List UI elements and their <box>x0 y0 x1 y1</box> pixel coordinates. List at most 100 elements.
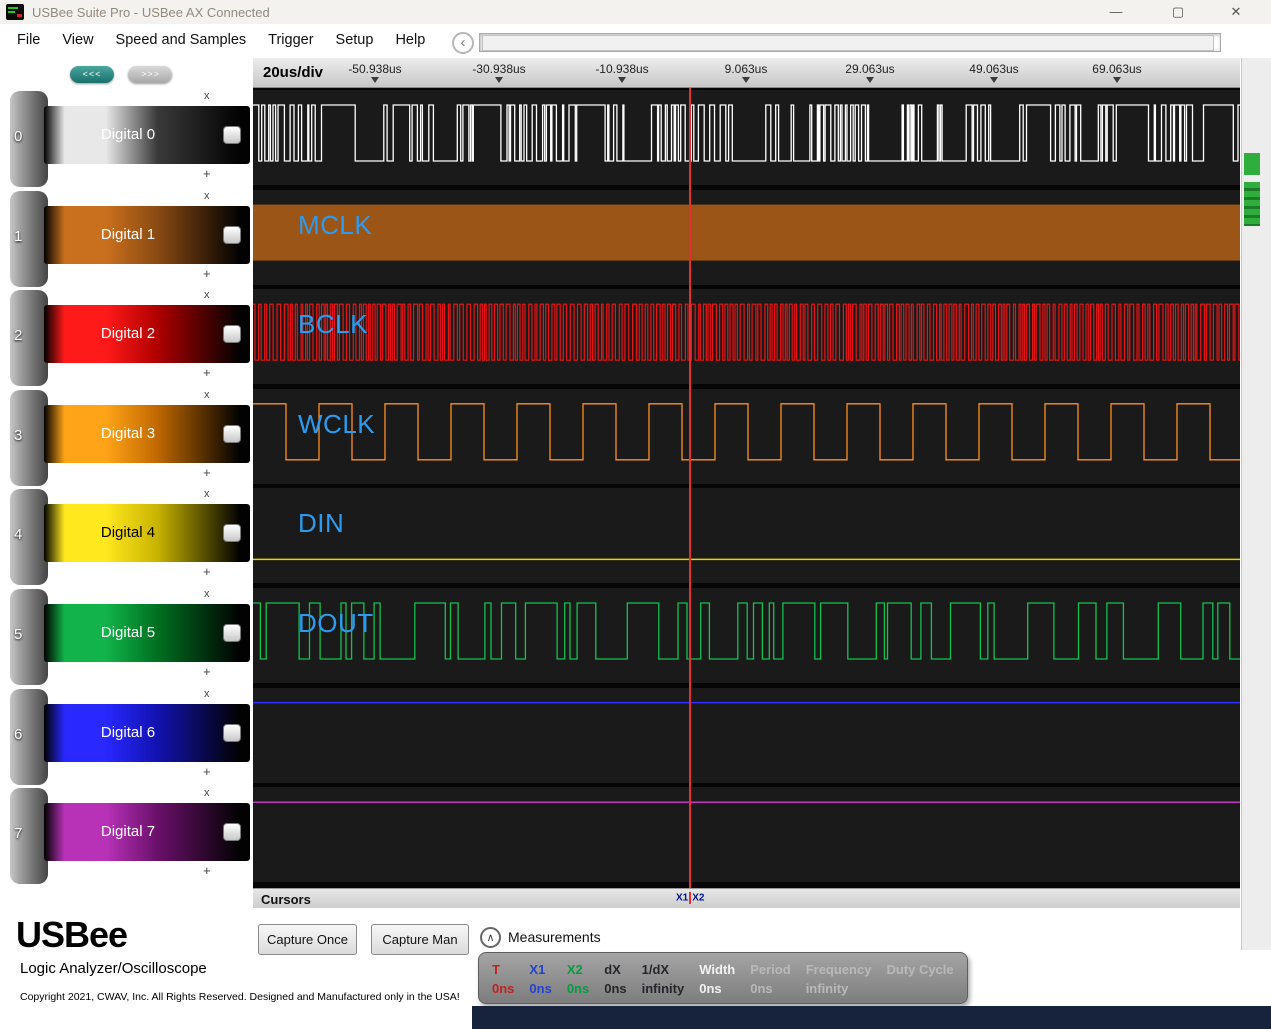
channel-number-tab[interactable]: 6 <box>10 688 48 785</box>
waveform-digital-5 <box>253 602 1240 660</box>
scroll-left-icon[interactable]: ‹ <box>452 32 474 54</box>
channel-shrink-control[interactable]: x <box>204 389 210 401</box>
channel-shrink-control[interactable]: x <box>204 589 210 600</box>
channel-label: Digital 1 <box>100 225 156 243</box>
collapse-channels-button[interactable]: <<< <box>70 66 114 83</box>
channel-shrink-control[interactable]: x <box>204 788 210 799</box>
channel-checkbox[interactable] <box>223 325 241 344</box>
window-title: USBee Suite Pro - USBee AX Connected <box>32 5 270 20</box>
measurement-value: 0ns <box>699 981 722 996</box>
channel-color-bar[interactable]: Digital 7 <box>44 803 250 862</box>
measurement-value: 0ns <box>750 981 773 996</box>
channel-shrink-control[interactable]: x <box>204 190 210 202</box>
channel-number: 6 <box>14 725 23 743</box>
channel-grow-control[interactable]: + <box>203 466 211 479</box>
channel-color-bar[interactable]: Digital 6 <box>44 703 250 762</box>
ruler-tick-icon <box>495 77 503 83</box>
channel-row-digital-3: 3 x Digital 3 + <box>0 389 253 488</box>
channel-color-bar[interactable]: Digital 1 <box>44 205 250 264</box>
measurement-label: Duty Cycle <box>886 962 954 977</box>
cursor-x1-label[interactable]: X1 <box>676 893 688 904</box>
channel-number-tab[interactable]: 5 <box>10 589 48 685</box>
channel-row-digital-7: 7 x Digital 7 + <box>0 787 253 886</box>
channel-number-tab[interactable]: 7 <box>10 788 48 885</box>
channel-number-tab[interactable]: 1 <box>10 190 48 287</box>
waveform-digital-0 <box>253 104 1240 162</box>
channel-checkbox[interactable] <box>223 225 241 244</box>
channel-checkbox[interactable] <box>223 126 241 144</box>
channel-number: 7 <box>14 825 23 843</box>
channel-grow-control[interactable]: + <box>203 267 211 280</box>
cursor-x2-label[interactable]: X2 <box>692 893 704 904</box>
measurement-duty-cycle: Duty Cycle <box>886 960 953 979</box>
channel-checkbox[interactable] <box>223 424 241 443</box>
channel-color-bar[interactable]: Digital 3 <box>44 404 250 463</box>
channel-checkbox[interactable] <box>223 624 241 642</box>
channel-shrink-control[interactable]: x <box>204 91 210 102</box>
channel-shrink-control[interactable]: x <box>204 489 210 500</box>
channel-label: Digital 7 <box>100 823 156 841</box>
channel-grow-control[interactable]: + <box>203 565 211 578</box>
vertical-scrollbar[interactable] <box>1241 58 1271 950</box>
channel-checkbox[interactable] <box>223 524 241 543</box>
signal-label-din: DIN <box>298 508 345 539</box>
channel-sidebar: <<< >>> 0 x Digital 0 +1 x Digital 1 +2 x Digita… <box>0 58 253 888</box>
channel-number-tab[interactable]: 4 <box>10 489 48 586</box>
channel-color-bar[interactable]: Digital 5 <box>44 604 250 662</box>
background-window-fragment <box>1244 153 1260 175</box>
channel-grow-control[interactable]: + <box>203 665 211 678</box>
maximize-icon[interactable]: ▢ <box>1162 1 1194 22</box>
measurement-t: T 0ns <box>492 960 514 998</box>
channel-grow-control[interactable]: + <box>203 765 211 778</box>
channel-color-bar[interactable]: Digital 0 <box>44 106 250 164</box>
channel-row-digital-5: 5 x Digital 5 + <box>0 588 253 687</box>
channel-label: Digital 4 <box>100 524 156 542</box>
measurement-value: infinity <box>805 981 849 996</box>
channel-label: Digital 5 <box>100 624 156 641</box>
minimize-icon[interactable]: — <box>1100 1 1132 22</box>
ruler-tick-label: 9.063us <box>724 62 768 76</box>
close-icon[interactable]: ✕ <box>1220 1 1252 22</box>
expand-channels-button[interactable]: >>> <box>128 66 173 83</box>
channel-number-tab[interactable]: 2 <box>10 290 48 387</box>
horizontal-scrollbar[interactable] <box>479 33 1221 52</box>
ruler-tick-icon <box>618 77 626 83</box>
channel-number-tab[interactable]: 3 <box>10 389 48 486</box>
channel-row-digital-1: 1 x Digital 1 + <box>0 190 253 289</box>
ruler-tick-icon <box>371 77 379 83</box>
signal-label-mclk: MCLK <box>298 209 373 240</box>
measurement-value: 0ns <box>604 981 627 996</box>
channel-checkbox[interactable] <box>223 823 241 842</box>
menu-item-setup[interactable]: Setup <box>325 24 385 56</box>
collapse-measurements-icon[interactable]: ∧ <box>480 927 501 948</box>
cursors-label: Cursors <box>261 892 311 907</box>
channel-grow-control[interactable]: + <box>203 864 211 877</box>
menu-item-view[interactable]: View <box>51 24 104 56</box>
capture-manual-button[interactable]: Capture Man <box>371 924 469 955</box>
channel-label: Digital 2 <box>100 325 156 343</box>
horizontal-scrollbar-thumb[interactable] <box>482 35 1214 51</box>
trigger-cursor-line[interactable] <box>689 88 691 888</box>
channel-shrink-control[interactable]: x <box>204 290 210 301</box>
cursor-x1x2-marker[interactable]: X1 X2 <box>676 892 704 904</box>
menu-item-file[interactable]: File <box>6 24 51 56</box>
channel-color-bar[interactable]: Digital 4 <box>44 504 250 563</box>
channel-shrink-control[interactable]: x <box>204 688 210 700</box>
cursor-tick-icon <box>689 892 692 904</box>
ruler-tick-label: 69.063us <box>1092 62 1142 76</box>
channel-grow-control[interactable]: + <box>203 366 211 379</box>
menu-item-speed-and-samples[interactable]: Speed and Samples <box>105 24 258 56</box>
channel-number: 5 <box>14 626 23 643</box>
ruler-tick-icon <box>1113 77 1121 83</box>
channel-color-bar[interactable]: Digital 2 <box>44 305 250 364</box>
channel-checkbox[interactable] <box>223 723 241 742</box>
measurement-label: T <box>492 962 500 977</box>
channel-row-digital-4: 4 x Digital 4 + <box>0 488 253 587</box>
background-window-fragment <box>1244 182 1260 226</box>
menu-item-help[interactable]: Help <box>384 24 436 56</box>
capture-once-button[interactable]: Capture Once <box>258 924 357 955</box>
channel-number-tab[interactable]: 0 <box>10 91 48 187</box>
menu-item-trigger[interactable]: Trigger <box>257 24 324 56</box>
measurements-label: Measurements <box>508 929 601 945</box>
channel-grow-control[interactable]: + <box>203 167 211 180</box>
